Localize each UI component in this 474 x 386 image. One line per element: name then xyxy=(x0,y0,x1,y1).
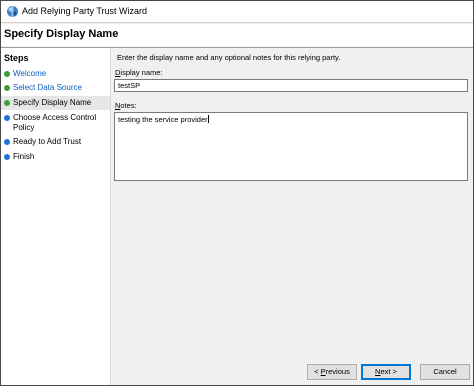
step-pending-icon xyxy=(4,115,10,121)
step-select-data-source[interactable]: Select Data Source xyxy=(1,81,110,95)
previous-button[interactable]: < Previous xyxy=(307,364,357,380)
page-header: Specify Display Name xyxy=(1,24,473,46)
step-complete-icon xyxy=(4,71,10,77)
steps-pane: Steps Welcome Select Data Source Specify… xyxy=(1,48,111,385)
cancel-button[interactable]: Cancel xyxy=(420,364,470,380)
step-label: Choose Access Control Policy xyxy=(13,113,97,132)
step-pending-icon xyxy=(4,154,10,160)
step-specify-display-name[interactable]: Specify Display Name xyxy=(1,96,110,110)
notes-textarea[interactable]: testing the service provider xyxy=(114,112,468,181)
main-content: Enter the display name and any optional … xyxy=(112,48,473,361)
adfs-app-icon xyxy=(7,6,18,17)
steps-title: Steps xyxy=(4,53,29,63)
step-welcome[interactable]: Welcome xyxy=(1,67,110,81)
step-label: Finish xyxy=(13,152,35,161)
step-pending-icon xyxy=(4,139,10,145)
window-title: Add Relying Party Trust Wizard xyxy=(22,6,148,16)
title-bar: Add Relying Party Trust Wizard xyxy=(1,1,473,23)
step-label: Welcome xyxy=(13,69,47,78)
step-complete-icon xyxy=(4,85,10,91)
step-label: Specify Display Name xyxy=(13,98,92,107)
display-name-label: Display name: xyxy=(115,68,163,77)
step-label: Select Data Source xyxy=(13,83,82,92)
page-title: Specify Display Name xyxy=(4,28,119,40)
display-name-input[interactable]: testSP xyxy=(114,79,468,92)
step-label: Ready to Add Trust xyxy=(13,137,82,146)
text-caret xyxy=(207,115,209,123)
notes-label: Notes: xyxy=(115,101,137,110)
step-choose-access-control-policy: Choose Access Control Policy xyxy=(1,112,110,134)
instruction-text: Enter the display name and any optional … xyxy=(117,53,341,62)
step-finish: Finish xyxy=(1,151,110,165)
step-current-icon xyxy=(4,100,10,106)
wizard-footer: < Previous Next > Cancel xyxy=(112,361,473,385)
next-button[interactable]: Next > xyxy=(361,364,411,380)
wizard-window: Add Relying Party Trust Wizard Specify D… xyxy=(0,0,474,386)
step-ready-to-add-trust: Ready to Add Trust xyxy=(1,136,110,150)
